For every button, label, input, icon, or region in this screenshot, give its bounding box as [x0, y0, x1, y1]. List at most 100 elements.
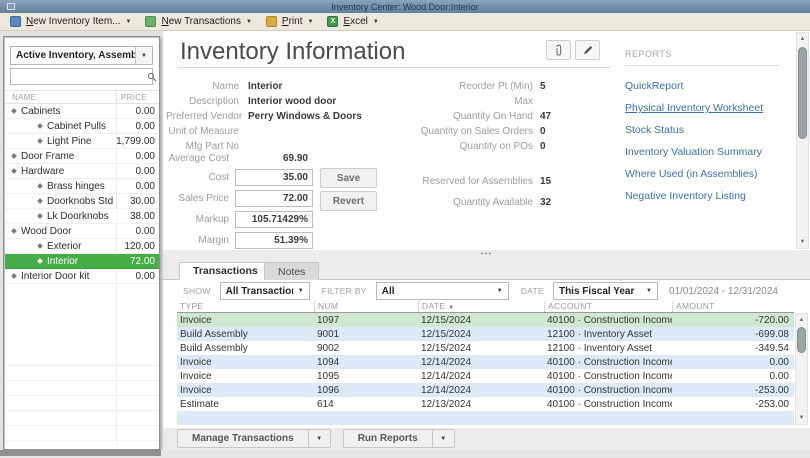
name-column-header[interactable]: NAME: [5, 93, 116, 102]
list-item[interactable]: Light Pine1,799.00: [5, 134, 159, 149]
excel-button[interactable]: X Excel ▼: [323, 14, 382, 30]
table-row[interactable]: Invoice109412/14/202440100 · Constructio…: [177, 355, 794, 369]
sidebar-bottom-edge: [0, 450, 161, 456]
date-column-header[interactable]: DATE▼: [418, 301, 544, 312]
run-reports-button[interactable]: Run Reports: [343, 429, 433, 448]
print-icon: [266, 16, 277, 27]
tab-notes[interactable]: Notes: [264, 262, 319, 280]
chevron-down-icon[interactable]: ▼: [246, 19, 252, 25]
scroll-up-icon[interactable]: ▲: [796, 314, 807, 326]
date-dropdown[interactable]: This Fiscal Year▼: [553, 282, 658, 300]
chevron-down-icon: ▼: [316, 436, 322, 442]
chevron-down-icon[interactable]: ▼: [126, 19, 132, 25]
list-item-selected[interactable]: Interior72.00: [5, 254, 159, 269]
table-row[interactable]: Build Assembly900112/15/202412100 · Inve…: [177, 327, 794, 341]
chevron-down-icon: ▼: [641, 288, 657, 294]
table-row[interactable]: Estimate61412/13/202440100 · Constructio…: [177, 397, 794, 411]
diamond-icon: [11, 273, 17, 279]
stock-status-link[interactable]: Stock Status: [625, 119, 785, 141]
inventory-valuation-summary-link[interactable]: Inventory Valuation Summary: [625, 141, 785, 163]
average-cost-value: 69.90: [235, 150, 313, 167]
new-transactions-label: New Transactions: [161, 16, 241, 27]
scroll-down-icon[interactable]: ▼: [796, 412, 807, 424]
list-item[interactable]: Door Frame0.00: [5, 149, 159, 164]
filter-by-dropdown[interactable]: All▼: [376, 282, 509, 300]
list-item[interactable]: Hardware0.00: [5, 164, 159, 179]
name-value: Interior: [248, 81, 282, 92]
list-filter-dropdown[interactable]: Active Inventory, Assembly ▼: [10, 46, 153, 65]
chevron-down-icon: ▼: [440, 436, 446, 442]
transactions-scrollbar[interactable]: ▲ ▼: [795, 313, 808, 425]
list-item[interactable]: Doorknobs Std30.00: [5, 194, 159, 209]
reports-section: REPORTS QuickReport Physical Inventory W…: [625, 49, 785, 207]
scroll-up-icon[interactable]: ▲: [797, 33, 808, 45]
splitter-handle[interactable]: •••: [163, 250, 810, 258]
table-row[interactable]: Build Assembly900212/15/202412100 · Inve…: [177, 341, 794, 355]
list-item[interactable]: Lk Doorknobs38.00: [5, 209, 159, 224]
window-restore-icon[interactable]: [7, 3, 15, 10]
quantity-available-value: 32: [540, 197, 551, 208]
table-row[interactable]: Invoice109612/14/202440100 · Constructio…: [177, 383, 794, 397]
scrollbar-thumb[interactable]: [797, 327, 806, 353]
search-icon[interactable]: [147, 69, 157, 84]
num-column-header[interactable]: NUM: [314, 301, 418, 312]
list-item[interactable]: Interior Door kit0.00: [5, 269, 159, 284]
main-panel-scrollbar[interactable]: ▲ ▼: [796, 32, 809, 249]
attachments-button[interactable]: [546, 40, 571, 60]
filter-row: SHOW All Transactions▼ FILTER BY All▼ DA…: [163, 282, 810, 300]
markup-input[interactable]: 105.71429%: [235, 211, 313, 228]
new-inventory-item-button[interactable]: New Inventory Item... ▼: [6, 14, 135, 30]
diamond-icon: [37, 213, 43, 219]
quantity-on-pos-value: 0: [540, 141, 546, 152]
title-bar: Inventory Center: Wood Door:Interior: [0, 0, 810, 13]
table-row[interactable]: Invoice109512/14/202440100 · Constructio…: [177, 369, 794, 383]
chevron-down-icon[interactable]: ▼: [307, 19, 313, 25]
run-reports-dropdown[interactable]: ▼: [433, 429, 455, 448]
item-search-box: [10, 68, 153, 85]
assembly-fields: Reserved for Assemblies15 Quantity Avail…: [409, 171, 599, 213]
sort-descending-icon: ▼: [448, 305, 454, 311]
quickreport-link[interactable]: QuickReport: [625, 75, 785, 97]
amount-column-header[interactable]: AMOUNT: [672, 301, 794, 312]
physical-inventory-worksheet-link[interactable]: Physical Inventory Worksheet: [625, 97, 785, 119]
new-transactions-button[interactable]: New Transactions ▼: [141, 14, 255, 30]
show-dropdown[interactable]: All Transactions▼: [220, 282, 310, 300]
edit-button[interactable]: [575, 40, 600, 60]
scrollbar-thumb[interactable]: [798, 47, 807, 139]
account-column-header[interactable]: ACCOUNT: [544, 301, 672, 312]
sales-price-input[interactable]: 72.00: [235, 190, 313, 207]
diamond-icon: [37, 123, 43, 129]
item-list-panel: Active Inventory, Assembly ▼ NAME PRICE …: [3, 36, 160, 450]
margin-input[interactable]: 51.39%: [235, 232, 313, 249]
where-used-link[interactable]: Where Used (in Assemblies): [625, 163, 785, 185]
list-filter-dropdown-button[interactable]: ▼: [135, 47, 152, 64]
negative-inventory-listing-link[interactable]: Negative Inventory Listing: [625, 185, 785, 207]
new-item-icon: [10, 16, 21, 27]
table-row-selected[interactable]: Invoice109712/15/202440100 · Constructio…: [177, 313, 794, 327]
cost-input[interactable]: 35.00: [235, 169, 313, 186]
list-item[interactable]: Cabinet Pulls0.00: [5, 119, 159, 134]
scroll-down-icon[interactable]: ▼: [797, 236, 808, 248]
window-bottom-edge: [0, 450, 810, 458]
reports-heading: REPORTS: [625, 49, 785, 59]
type-column-header[interactable]: TYPE: [177, 301, 314, 312]
divider: [625, 65, 780, 66]
print-button[interactable]: Print ▼: [262, 14, 318, 30]
manage-transactions-dropdown[interactable]: ▼: [309, 429, 331, 448]
date-range-text: 01/01/2024 - 12/31/2024: [669, 286, 778, 297]
price-column-header[interactable]: PRICE: [116, 93, 159, 102]
save-button[interactable]: Save: [320, 168, 377, 188]
diamond-icon: [37, 258, 43, 264]
tab-transactions[interactable]: Transactions: [179, 262, 272, 280]
show-label: SHOW: [183, 286, 211, 296]
manage-transactions-button[interactable]: Manage Transactions: [177, 429, 309, 448]
pencil-icon: [582, 44, 594, 56]
list-item[interactable]: Brass hinges0.00: [5, 179, 159, 194]
item-search-input[interactable]: [11, 70, 147, 83]
reserved-for-assemblies-value: 15: [540, 176, 551, 187]
chevron-down-icon[interactable]: ▼: [373, 19, 379, 25]
list-item[interactable]: Wood Door0.00: [5, 224, 159, 239]
list-item[interactable]: Cabinets0.00: [5, 104, 159, 119]
list-item[interactable]: Exterior120.00: [5, 239, 159, 254]
revert-button[interactable]: Revert: [320, 191, 377, 211]
